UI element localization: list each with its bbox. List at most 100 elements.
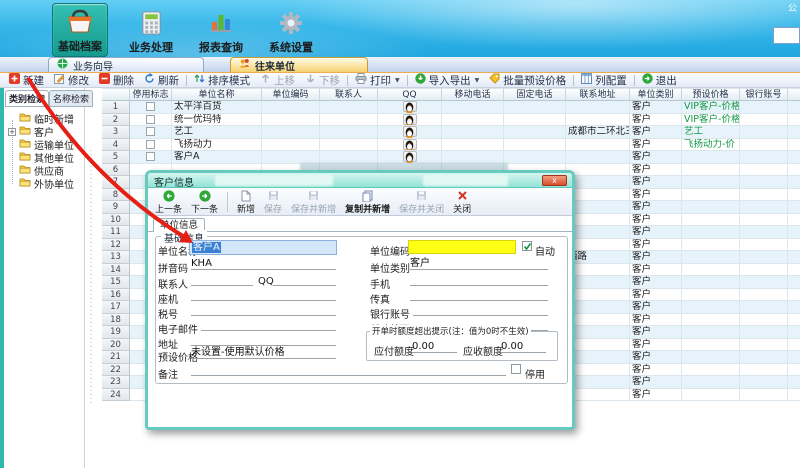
dialog-button-save-new[interactable]: 保存并新增 <box>291 190 336 215</box>
disable-checkbox[interactable] <box>511 364 521 374</box>
column-header[interactable]: 单位编码 <box>262 88 320 101</box>
qq-icon[interactable] <box>403 114 417 125</box>
cell-qq[interactable] <box>378 151 442 164</box>
address-input[interactable] <box>191 333 336 346</box>
toolbar-button-impexp[interactable]: 导入导出▼ <box>410 73 485 87</box>
sidebar-tab-name[interactable]: 名称检索 <box>49 90 93 107</box>
column-header[interactable]: 传真 <box>788 88 800 101</box>
cell-qq[interactable] <box>378 101 442 114</box>
dialog-button-copy-new[interactable]: 复制并新增 <box>345 190 390 215</box>
cell-mobile <box>442 114 504 127</box>
cell-check[interactable] <box>130 151 172 164</box>
cell-price: 艺工 <box>682 126 740 139</box>
column-header[interactable]: 单位类别 <box>630 88 682 101</box>
toolbar-button-sort[interactable]: 排序模式 <box>189 73 255 87</box>
dialog-button-next[interactable]: 下一条 <box>191 190 218 215</box>
contact-input[interactable] <box>191 273 253 286</box>
dropdown-arrow-icon[interactable]: ▼ <box>395 77 400 84</box>
tax-no-input[interactable] <box>191 303 336 316</box>
cell-check[interactable] <box>130 101 172 114</box>
toolbar-button-batch[interactable]: 批量预设价格 <box>484 73 571 87</box>
dialog-button-prev[interactable]: 上一条 <box>155 190 182 215</box>
dialog-button-save-close[interactable]: 保存并关闭 <box>399 190 444 215</box>
window-tab-partners[interactable]: 往来单位 <box>230 57 368 72</box>
column-header[interactable]: 单位名称 <box>172 88 262 101</box>
disable-flag-checkbox[interactable] <box>146 127 155 136</box>
cell-qq[interactable] <box>378 126 442 139</box>
qq-icon[interactable] <box>403 101 417 112</box>
toolbar-button-up[interactable]: 上移 <box>255 73 300 87</box>
row-number: 2 <box>102 114 130 127</box>
auto-checkbox[interactable] <box>522 241 532 251</box>
email-input[interactable] <box>201 318 336 331</box>
column-header[interactable]: 预设价格 <box>682 88 740 101</box>
toolbar-button-cols[interactable]: 列配置 <box>576 73 632 87</box>
remark-input[interactable] <box>191 363 506 376</box>
impexp-icon <box>415 73 426 87</box>
column-header[interactable]: 固定电话 <box>504 88 566 101</box>
expand-icon[interactable]: + <box>8 128 16 136</box>
toolbar-button-delete[interactable]: 删除 <box>94 73 139 87</box>
cell-check[interactable] <box>130 139 172 152</box>
toolbar-button-edit[interactable]: 修改 <box>49 73 94 87</box>
cell-check[interactable] <box>130 126 172 139</box>
cell-type: 客户 <box>630 176 682 189</box>
unit-name-input[interactable]: 客户A <box>189 240 337 255</box>
toolbar-button-exit[interactable]: 退出 <box>637 73 682 87</box>
qq-icon[interactable] <box>403 126 417 137</box>
mobile-input[interactable] <box>410 273 548 286</box>
module-gear[interactable]: 系统设置 <box>264 3 318 57</box>
toolbar-button-refresh[interactable]: 刷新 <box>139 73 184 87</box>
preset-price-input[interactable]: 未设置-使用默认价格 <box>191 346 336 359</box>
column-header[interactable]: 银行账号 <box>740 88 788 101</box>
dialog-button-doc-new[interactable]: 新增 <box>237 190 255 215</box>
dialog-button-save[interactable]: 保存 <box>264 190 282 215</box>
table-row[interactable]: 5客户A客户 <box>102 151 800 164</box>
disable-flag-checkbox[interactable] <box>146 140 155 149</box>
basket-icon <box>65 7 95 36</box>
dialog-button-close[interactable]: 关闭 <box>453 190 471 215</box>
qq-icon[interactable] <box>403 139 417 150</box>
qq-input[interactable] <box>273 273 336 286</box>
column-header[interactable]: QQ <box>378 88 442 101</box>
disable-flag-checkbox[interactable] <box>146 102 155 111</box>
corner-input[interactable] <box>773 27 800 44</box>
pinyin-input[interactable]: KHA <box>191 257 336 270</box>
landline-input[interactable] <box>191 288 336 301</box>
bank-account-input[interactable] <box>413 303 548 316</box>
cell-address <box>566 226 630 239</box>
splitter[interactable] <box>90 150 92 405</box>
cell-fax <box>788 239 800 252</box>
qq-icon[interactable] <box>403 151 417 162</box>
disable-flag-checkbox[interactable] <box>146 115 155 124</box>
unit-code-input[interactable] <box>408 240 516 254</box>
toolbar-button-down[interactable]: 下移 <box>300 73 345 87</box>
disable-flag-checkbox[interactable] <box>146 152 155 161</box>
table-row[interactable]: 4飞扬动力客户飞扬动力-价 <box>102 139 800 152</box>
column-header[interactable]: 联系地址 <box>566 88 630 101</box>
table-row[interactable]: 1太平洋百货客户VIP客户-价格 <box>102 101 800 114</box>
dropdown-arrow-icon[interactable]: ▼ <box>475 77 480 84</box>
cell-qq[interactable] <box>378 114 442 127</box>
fax-input[interactable] <box>410 288 548 301</box>
payable-input[interactable]: 0.00 <box>412 340 457 353</box>
cell-check[interactable] <box>130 114 172 127</box>
module-calculator[interactable]: 业务处理 <box>124 3 178 57</box>
window-tab-wizard[interactable]: 业务向导 <box>48 57 204 72</box>
column-header[interactable]: 停用标志 <box>130 88 172 101</box>
module-basket[interactable]: 基础档案 <box>52 3 108 57</box>
column-header[interactable]: 移动电话 <box>442 88 504 101</box>
toolbar-button-new[interactable]: 新建 <box>4 73 49 87</box>
receivable-input[interactable]: 0.00 <box>501 340 546 353</box>
unit-type-input[interactable]: 客户 <box>410 257 548 270</box>
dialog-titlebar[interactable]: 客户信息 <box>148 173 572 188</box>
column-header[interactable]: 联系人 <box>320 88 378 101</box>
table-row[interactable]: 3艺工成都市二环北三客户艺工 <box>102 126 800 139</box>
cell-qq[interactable] <box>378 139 442 152</box>
toolbar-button-print[interactable]: 打印▼ <box>350 73 405 87</box>
table-row[interactable]: 2统一优玛特客户VIP客户-价格 <box>102 114 800 127</box>
tree-item[interactable]: 外协单位 <box>4 177 84 190</box>
module-chart[interactable]: 报表查询 <box>194 3 248 57</box>
sidebar-tab-category[interactable]: 类别检索 <box>5 90 49 107</box>
dialog-close-button[interactable]: x <box>542 175 567 186</box>
